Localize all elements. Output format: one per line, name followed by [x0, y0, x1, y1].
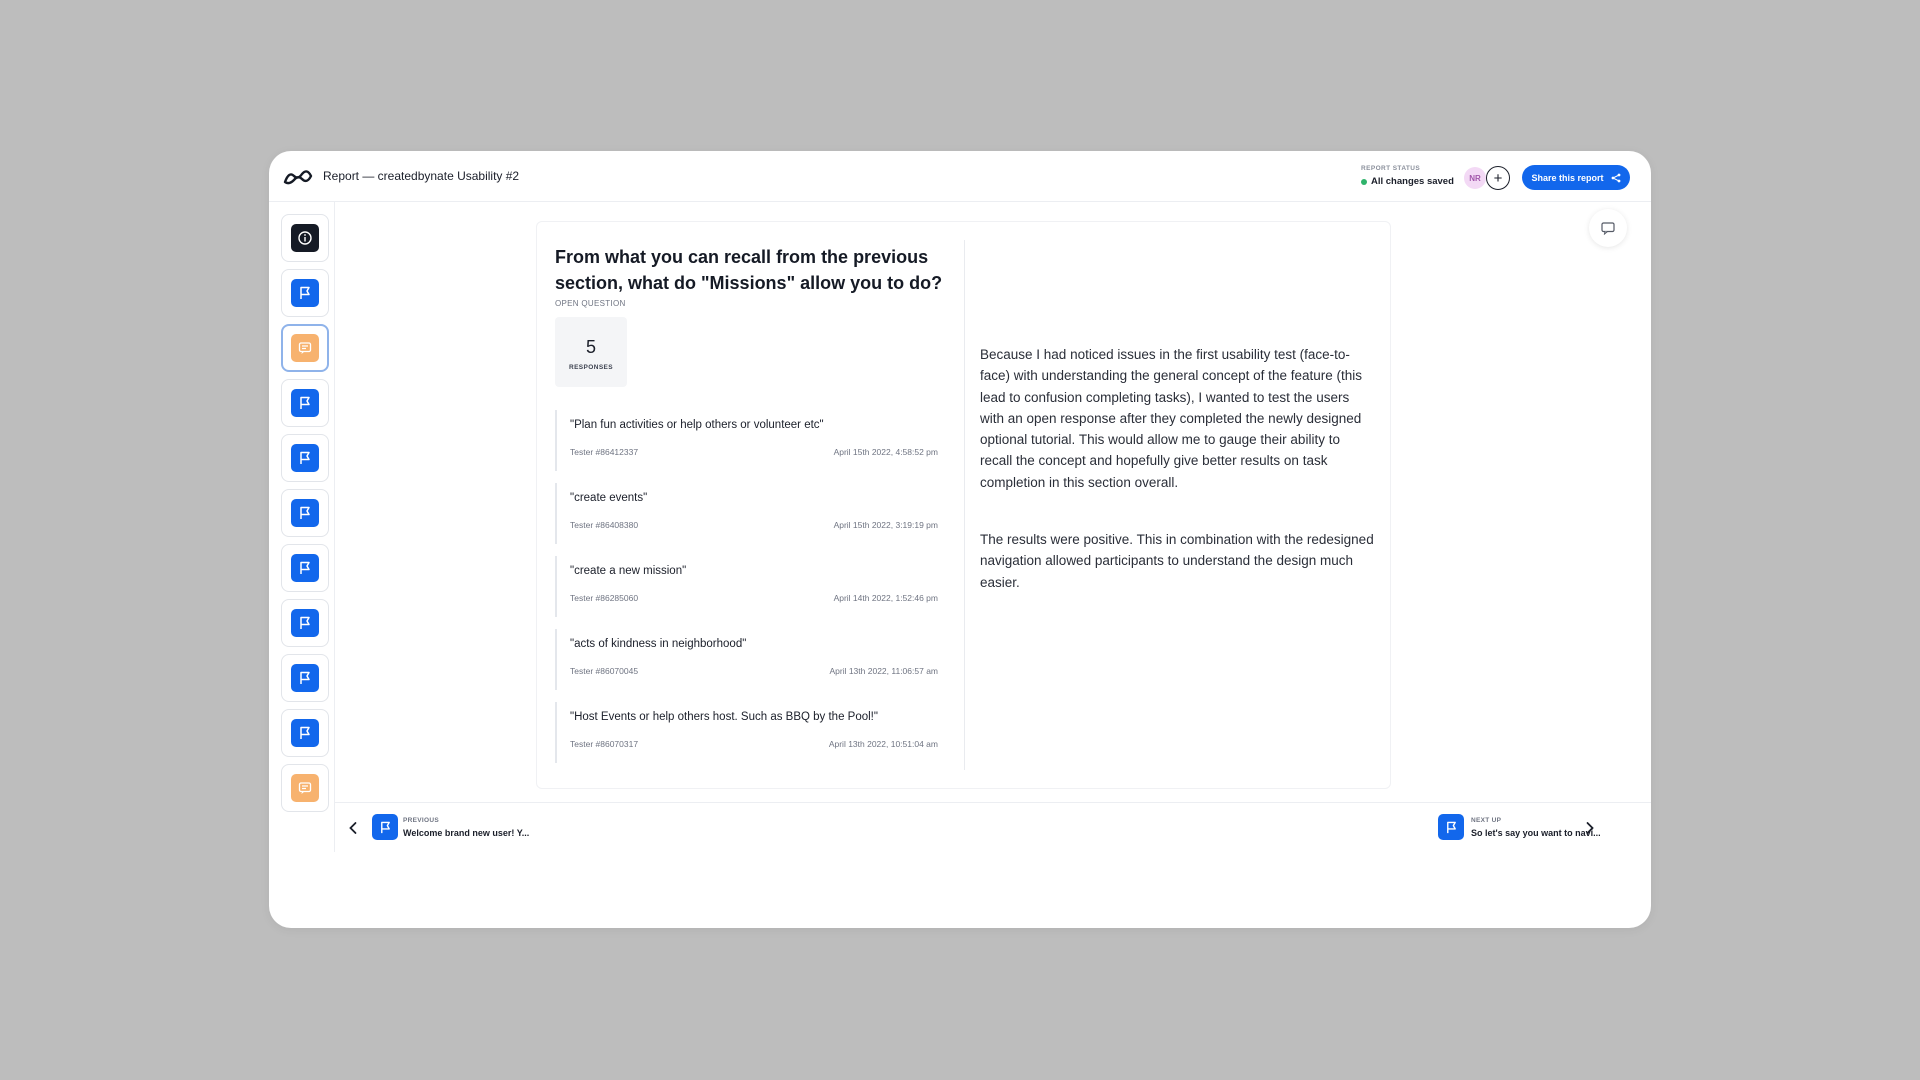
- info-icon: [298, 231, 312, 245]
- flag-icon: [300, 726, 310, 739]
- answer-tester: Tester #86285060: [570, 593, 639, 603]
- answers-list: "Plan fun activities or help others or v…: [555, 410, 938, 775]
- sidebar-item-task[interactable]: [281, 434, 329, 482]
- answer-date: April 14th 2022, 1:52:46 pm: [833, 593, 938, 603]
- answer-tester: Tester #86412337: [570, 447, 639, 457]
- answer-item: "create a new mission" Tester #86285060 A…: [555, 556, 938, 617]
- answer-text: "create a new mission": [570, 565, 687, 577]
- answer-text: "acts of kindness in neighborhood": [570, 638, 747, 650]
- sidebar-item-task[interactable]: [281, 709, 329, 757]
- status-label: REPORT STATUS: [1361, 165, 1421, 172]
- sidebar-item-task[interactable]: [281, 269, 329, 317]
- logo-icon[interactable]: [283, 168, 313, 186]
- sidebar-item-task[interactable]: [281, 599, 329, 647]
- answer-date: April 13th 2022, 10:51:04 am: [828, 739, 938, 749]
- comment-icon: [298, 342, 312, 354]
- answer-tester: Tester #86070317: [570, 739, 639, 749]
- column-divider: [964, 240, 965, 770]
- sidebar-item-task[interactable]: [281, 544, 329, 592]
- previous-label: PREVIOUS: [403, 817, 439, 824]
- answer-item: "create events" Tester #86408380 April 15…: [555, 483, 938, 544]
- answer-item: "Plan fun activities or help others or v…: [555, 410, 938, 471]
- answer-tester: Tester #86070045: [570, 666, 639, 676]
- previous-arrow-button[interactable]: [345, 817, 361, 839]
- page-title: Report — createdbynate Usability #2: [323, 169, 520, 183]
- chevron-right-icon: [1586, 822, 1594, 834]
- next-arrow-button[interactable]: [1582, 817, 1598, 839]
- flag-icon: [300, 286, 310, 299]
- comment-icon: [298, 782, 312, 794]
- answer-text: "Host Events or help others host. Such a…: [570, 711, 878, 723]
- next-tile[interactable]: [1438, 814, 1464, 840]
- flag-icon: [380, 821, 390, 833]
- status-text: All changes saved: [1371, 176, 1454, 187]
- question-card: From what you can recall from the previo…: [536, 221, 1391, 789]
- question-type: OPEN QUESTION: [555, 299, 626, 308]
- flag-icon: [300, 616, 310, 629]
- next-label: NEXT UP: [1471, 817, 1502, 824]
- flag-icon: [300, 506, 310, 519]
- answer-text: "Plan fun activities or help others or v…: [570, 419, 824, 431]
- previous-link[interactable]: Welcome brand new user! Y...: [403, 828, 529, 838]
- sidebar-item-task[interactable]: [281, 654, 329, 702]
- answer-date: April 15th 2022, 4:58:52 pm: [833, 447, 938, 457]
- sidebar-item-open-question[interactable]: [281, 764, 329, 812]
- response-count-box: 5 RESPONSES: [555, 317, 627, 387]
- flag-icon: [300, 561, 310, 574]
- sidebar-item-info[interactable]: [281, 214, 329, 262]
- previous-tile[interactable]: [372, 814, 398, 840]
- answer-item: "Host Events or help others host. Such a…: [555, 702, 938, 763]
- response-count: 5: [585, 337, 596, 357]
- answer-tester: Tester #86408380: [570, 520, 639, 530]
- notes-paragraph: Because I had noticed issues in the firs…: [980, 347, 1362, 490]
- status-value: All changes saved: [1361, 176, 1454, 187]
- sidebar: [269, 202, 335, 852]
- share-report-button[interactable]: Share this report: [1522, 165, 1630, 190]
- answer-date: April 13th 2022, 11:06:57 am: [829, 666, 938, 676]
- comment-icon: [1601, 221, 1615, 235]
- footer-navigation: PREVIOUS Welcome brand new user! Y... NE…: [335, 802, 1651, 852]
- answer-text: "create events": [570, 492, 648, 504]
- chevron-left-icon: [349, 822, 357, 834]
- share-button-label: Share this report: [1531, 172, 1604, 183]
- answer-date: April 15th 2022, 3:19:19 pm: [833, 520, 938, 530]
- flag-icon: [1446, 821, 1456, 833]
- sidebar-item-open-question[interactable]: [281, 324, 329, 372]
- question-title: From what you can recall from the previo…: [555, 247, 943, 293]
- add-member-button[interactable]: +: [1486, 166, 1510, 190]
- sidebar-item-task[interactable]: [281, 489, 329, 537]
- flag-icon: [300, 451, 310, 464]
- comment-button[interactable]: [1589, 209, 1627, 247]
- report-status: REPORT STATUS All changes saved: [1361, 165, 1454, 187]
- header: Report — createdbynate Usability #2 REPO…: [269, 151, 1651, 202]
- sidebar-item-task[interactable]: [281, 379, 329, 427]
- answer-item: "acts of kindness in neighborhood" Teste…: [555, 629, 938, 690]
- report-window: Report — createdbynate Usability #2 REPO…: [269, 151, 1651, 928]
- notes-paragraph: The results were positive. This in combi…: [980, 532, 1374, 590]
- flag-icon: [300, 671, 310, 684]
- response-count-label: RESPONSES: [568, 364, 614, 371]
- flag-icon: [300, 396, 310, 409]
- report-notes[interactable]: Because I had noticed issues in the firs…: [980, 344, 1375, 593]
- avatar[interactable]: NR: [1464, 167, 1486, 189]
- saved-dot-icon: [1361, 178, 1367, 185]
- share-icon: [1611, 173, 1620, 182]
